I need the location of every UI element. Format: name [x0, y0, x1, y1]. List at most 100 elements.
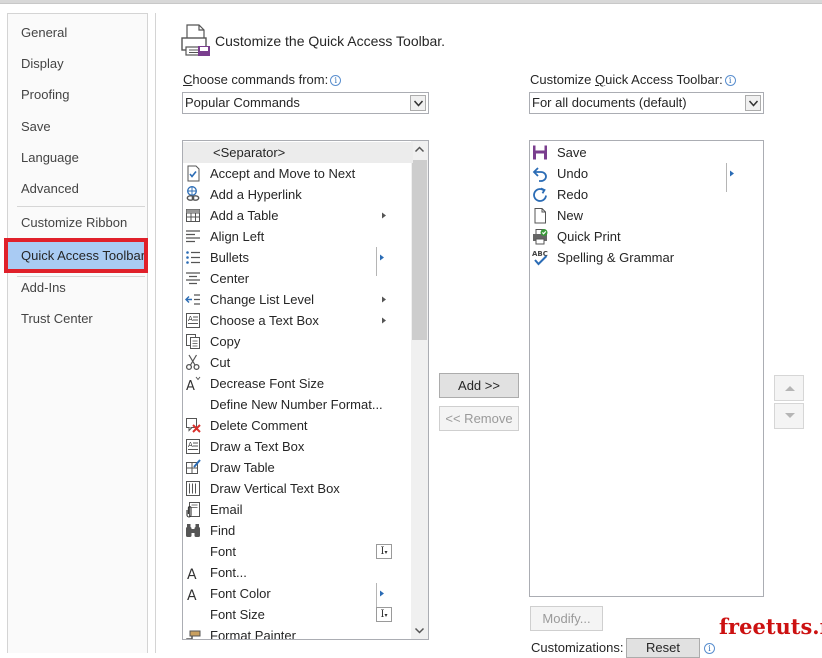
separator-item[interactable]: <Separator> — [183, 142, 413, 163]
list-item[interactable]: Save — [530, 142, 763, 163]
list-item[interactable]: New — [530, 205, 763, 226]
sidebar-item-display[interactable]: Display — [8, 50, 147, 78]
text-cursor-icon: I▾ — [376, 544, 392, 559]
list-item[interactable]: Copy — [183, 331, 413, 352]
vertical-textbox-icon — [185, 480, 201, 497]
list-item-label: <Separator> — [213, 145, 286, 160]
scrollbar-thumb[interactable] — [412, 160, 427, 340]
options-sidebar: General Display Proofing Save Language A… — [4, 13, 148, 653]
list-item-label: Quick Print — [557, 229, 621, 244]
svg-text:A: A — [188, 315, 193, 323]
list-item[interactable]: A Draw a Text Box — [183, 436, 413, 457]
email-icon — [185, 501, 201, 518]
list-item[interactable]: Cut — [183, 352, 413, 373]
list-item[interactable]: A Decrease Font Size — [183, 373, 413, 394]
info-icon[interactable]: i — [704, 643, 715, 654]
sidebar-item-trust-center[interactable]: Trust Center — [8, 305, 147, 333]
content-border — [155, 13, 156, 653]
list-item-label: Add a Hyperlink — [210, 187, 302, 202]
draw-textbox-icon: A — [185, 438, 201, 455]
list-item[interactable]: Define New Number Format... — [183, 394, 413, 415]
list-item-label: Save — [557, 145, 587, 160]
list-item[interactable]: Draw Vertical Text Box — [183, 478, 413, 499]
customize-toolbar-label: Customize Quick Access Toolbar: i — [530, 72, 736, 87]
svg-text:A: A — [186, 379, 195, 392]
list-item[interactable]: ABC Spelling & Grammar — [530, 247, 763, 268]
chevron-down-icon[interactable] — [410, 95, 426, 111]
svg-text:A: A — [187, 588, 197, 602]
sidebar-divider — [17, 206, 145, 207]
list-item-label: Font... — [210, 565, 247, 580]
sidebar-item-customize-ribbon[interactable]: Customize Ribbon — [8, 209, 147, 237]
commands-scrollbar[interactable] — [411, 141, 428, 639]
reset-button[interactable]: Reset — [626, 638, 700, 658]
move-up-button[interactable] — [774, 375, 804, 401]
info-icon[interactable]: i — [330, 75, 342, 86]
choose-commands-label: Choose commands from: i — [183, 72, 342, 87]
undo-icon — [532, 165, 548, 182]
list-item[interactable]: Change List Level — [183, 289, 413, 310]
list-item-label: Font — [210, 544, 237, 559]
remove-button[interactable]: << Remove — [439, 406, 519, 431]
draw-table-icon — [185, 459, 201, 476]
toolbar-printer-icon — [181, 23, 211, 57]
sidebar-item-language[interactable]: Language — [8, 144, 147, 172]
toolbar-scope-value: For all documents (default) — [532, 95, 687, 110]
sidebar-item-add-ins[interactable]: Add-Ins — [8, 274, 147, 302]
hyperlink-icon — [185, 186, 201, 203]
list-item-label: Change List Level — [210, 292, 315, 307]
sidebar-item-quick-access-toolbar[interactable]: Quick Access Toolbar — [4, 238, 148, 273]
list-item[interactable]: Draw Table — [183, 457, 413, 478]
list-item[interactable]: Align Left — [183, 226, 413, 247]
list-item[interactable]: Bullets — [183, 247, 413, 276]
list-item-label: Delete Comment — [210, 418, 308, 433]
chevron-down-icon[interactable] — [745, 95, 761, 111]
scroll-up-icon[interactable] — [411, 141, 428, 158]
scissors-icon — [185, 354, 201, 371]
align-left-icon — [185, 228, 201, 245]
list-item[interactable]: A Choose a Text Box — [183, 310, 413, 331]
svg-text:A: A — [187, 567, 197, 581]
sidebar-item-proofing[interactable]: Proofing — [8, 81, 147, 109]
list-item-label: Accept and Move to Next — [210, 166, 356, 181]
list-item[interactable]: A Font Color — [183, 583, 413, 612]
move-down-button[interactable] — [774, 403, 804, 429]
quick-access-toolbar-list[interactable]: Save Undo Redo New Quick Print ABC Spelling & … — [529, 140, 764, 597]
scroll-down-icon[interactable] — [411, 622, 428, 639]
list-item[interactable]: Add a Hyperlink — [183, 184, 413, 205]
list-item[interactable]: Font I▾ — [183, 541, 413, 562]
svg-text:A: A — [188, 441, 193, 449]
binoculars-icon — [185, 522, 201, 539]
list-item[interactable]: A Font... — [183, 562, 413, 583]
commands-list[interactable]: <Separator> Accept and Move to Next Add a … — [182, 140, 429, 640]
font-a-icon: A — [185, 564, 201, 583]
watermark: freetuts.net — [719, 614, 822, 639]
list-item[interactable]: Delete Comment — [183, 415, 413, 436]
list-item[interactable]: Email — [183, 499, 413, 520]
list-item-label: Copy — [210, 334, 241, 349]
list-level-icon — [185, 291, 201, 308]
list-item[interactable]: Accept and Move to Next — [183, 163, 413, 184]
add-button[interactable]: Add >> — [439, 373, 519, 398]
sidebar-item-save[interactable]: Save — [8, 113, 147, 141]
list-item[interactable]: Format Painter — [183, 625, 413, 639]
list-item-label: Cut — [210, 355, 231, 370]
list-item-label: Find — [210, 523, 236, 538]
choose-commands-dropdown[interactable]: Popular Commands — [182, 92, 429, 114]
list-item[interactable]: Undo — [530, 163, 763, 192]
sidebar-item-advanced[interactable]: Advanced — [8, 175, 147, 203]
list-item[interactable]: Add a Table — [183, 205, 413, 226]
info-icon[interactable]: i — [724, 75, 736, 86]
list-item[interactable]: Font Size I▾ — [183, 604, 413, 625]
list-item-label: Font Color — [210, 586, 271, 601]
list-item-label: Spelling & Grammar — [557, 250, 675, 265]
modify-button[interactable]: Modify... — [530, 606, 603, 631]
list-item[interactable]: Find — [183, 520, 413, 541]
list-item[interactable]: Center — [183, 268, 413, 289]
list-item[interactable]: Quick Print — [530, 226, 763, 247]
sidebar-item-general[interactable]: General — [8, 19, 147, 47]
list-item[interactable]: Redo — [530, 184, 763, 205]
toolbar-scope-dropdown[interactable]: For all documents (default) — [529, 92, 764, 114]
list-item-label: Decrease Font Size — [210, 376, 325, 391]
list-item-label: Draw a Text Box — [210, 439, 305, 454]
